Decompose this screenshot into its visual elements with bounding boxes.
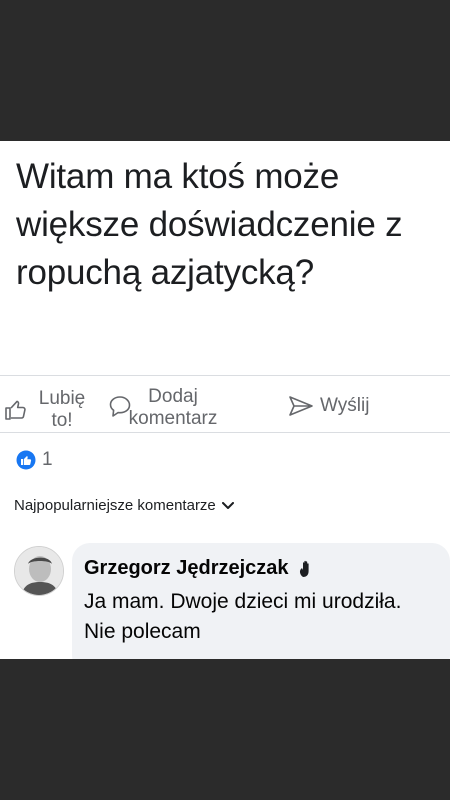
waving-hand-icon (299, 560, 309, 577)
chevron-down-icon (221, 501, 234, 509)
divider (0, 432, 450, 433)
comment-text: Ja mam. Dwoje dzieci mi urodziła. Nie po… (84, 590, 402, 643)
comment-button[interactable]: Dodaj komentarz (108, 386, 228, 430)
reactions-summary[interactable]: 1 (16, 449, 53, 471)
comment-bubble: Grzegorz Jędrzejczak Ja mam. Dwoje dziec… (72, 543, 450, 659)
reaction-count: 1 (42, 449, 53, 470)
comments-sort-label: Najpopularniejsze komentarze (14, 497, 216, 514)
send-icon (289, 396, 313, 416)
avatar-image (15, 547, 63, 595)
comment-author[interactable]: Grzegorz Jędrzejczak (84, 557, 289, 580)
send-label: Wyślij (320, 395, 370, 416)
post-card: Witam ma ktoś może większe doświadczenie… (0, 141, 450, 659)
like-label: Lubię to! (38, 388, 86, 431)
comment-label: Dodaj komentarz (128, 386, 218, 429)
comment-author-wrap: Grzegorz Jędrzejczak (84, 557, 317, 580)
post-text: Witam ma ktoś może większe doświadczenie… (16, 157, 403, 292)
send-button[interactable]: Wyślij (288, 395, 369, 417)
like-button[interactable]: Lubię to! (4, 388, 92, 432)
avatar[interactable] (14, 546, 64, 596)
like-reaction-icon (16, 450, 36, 470)
divider (0, 375, 450, 376)
thumbs-up-icon (5, 400, 26, 420)
comments-sort-dropdown[interactable]: Najpopularniejsze komentarze (14, 497, 234, 514)
